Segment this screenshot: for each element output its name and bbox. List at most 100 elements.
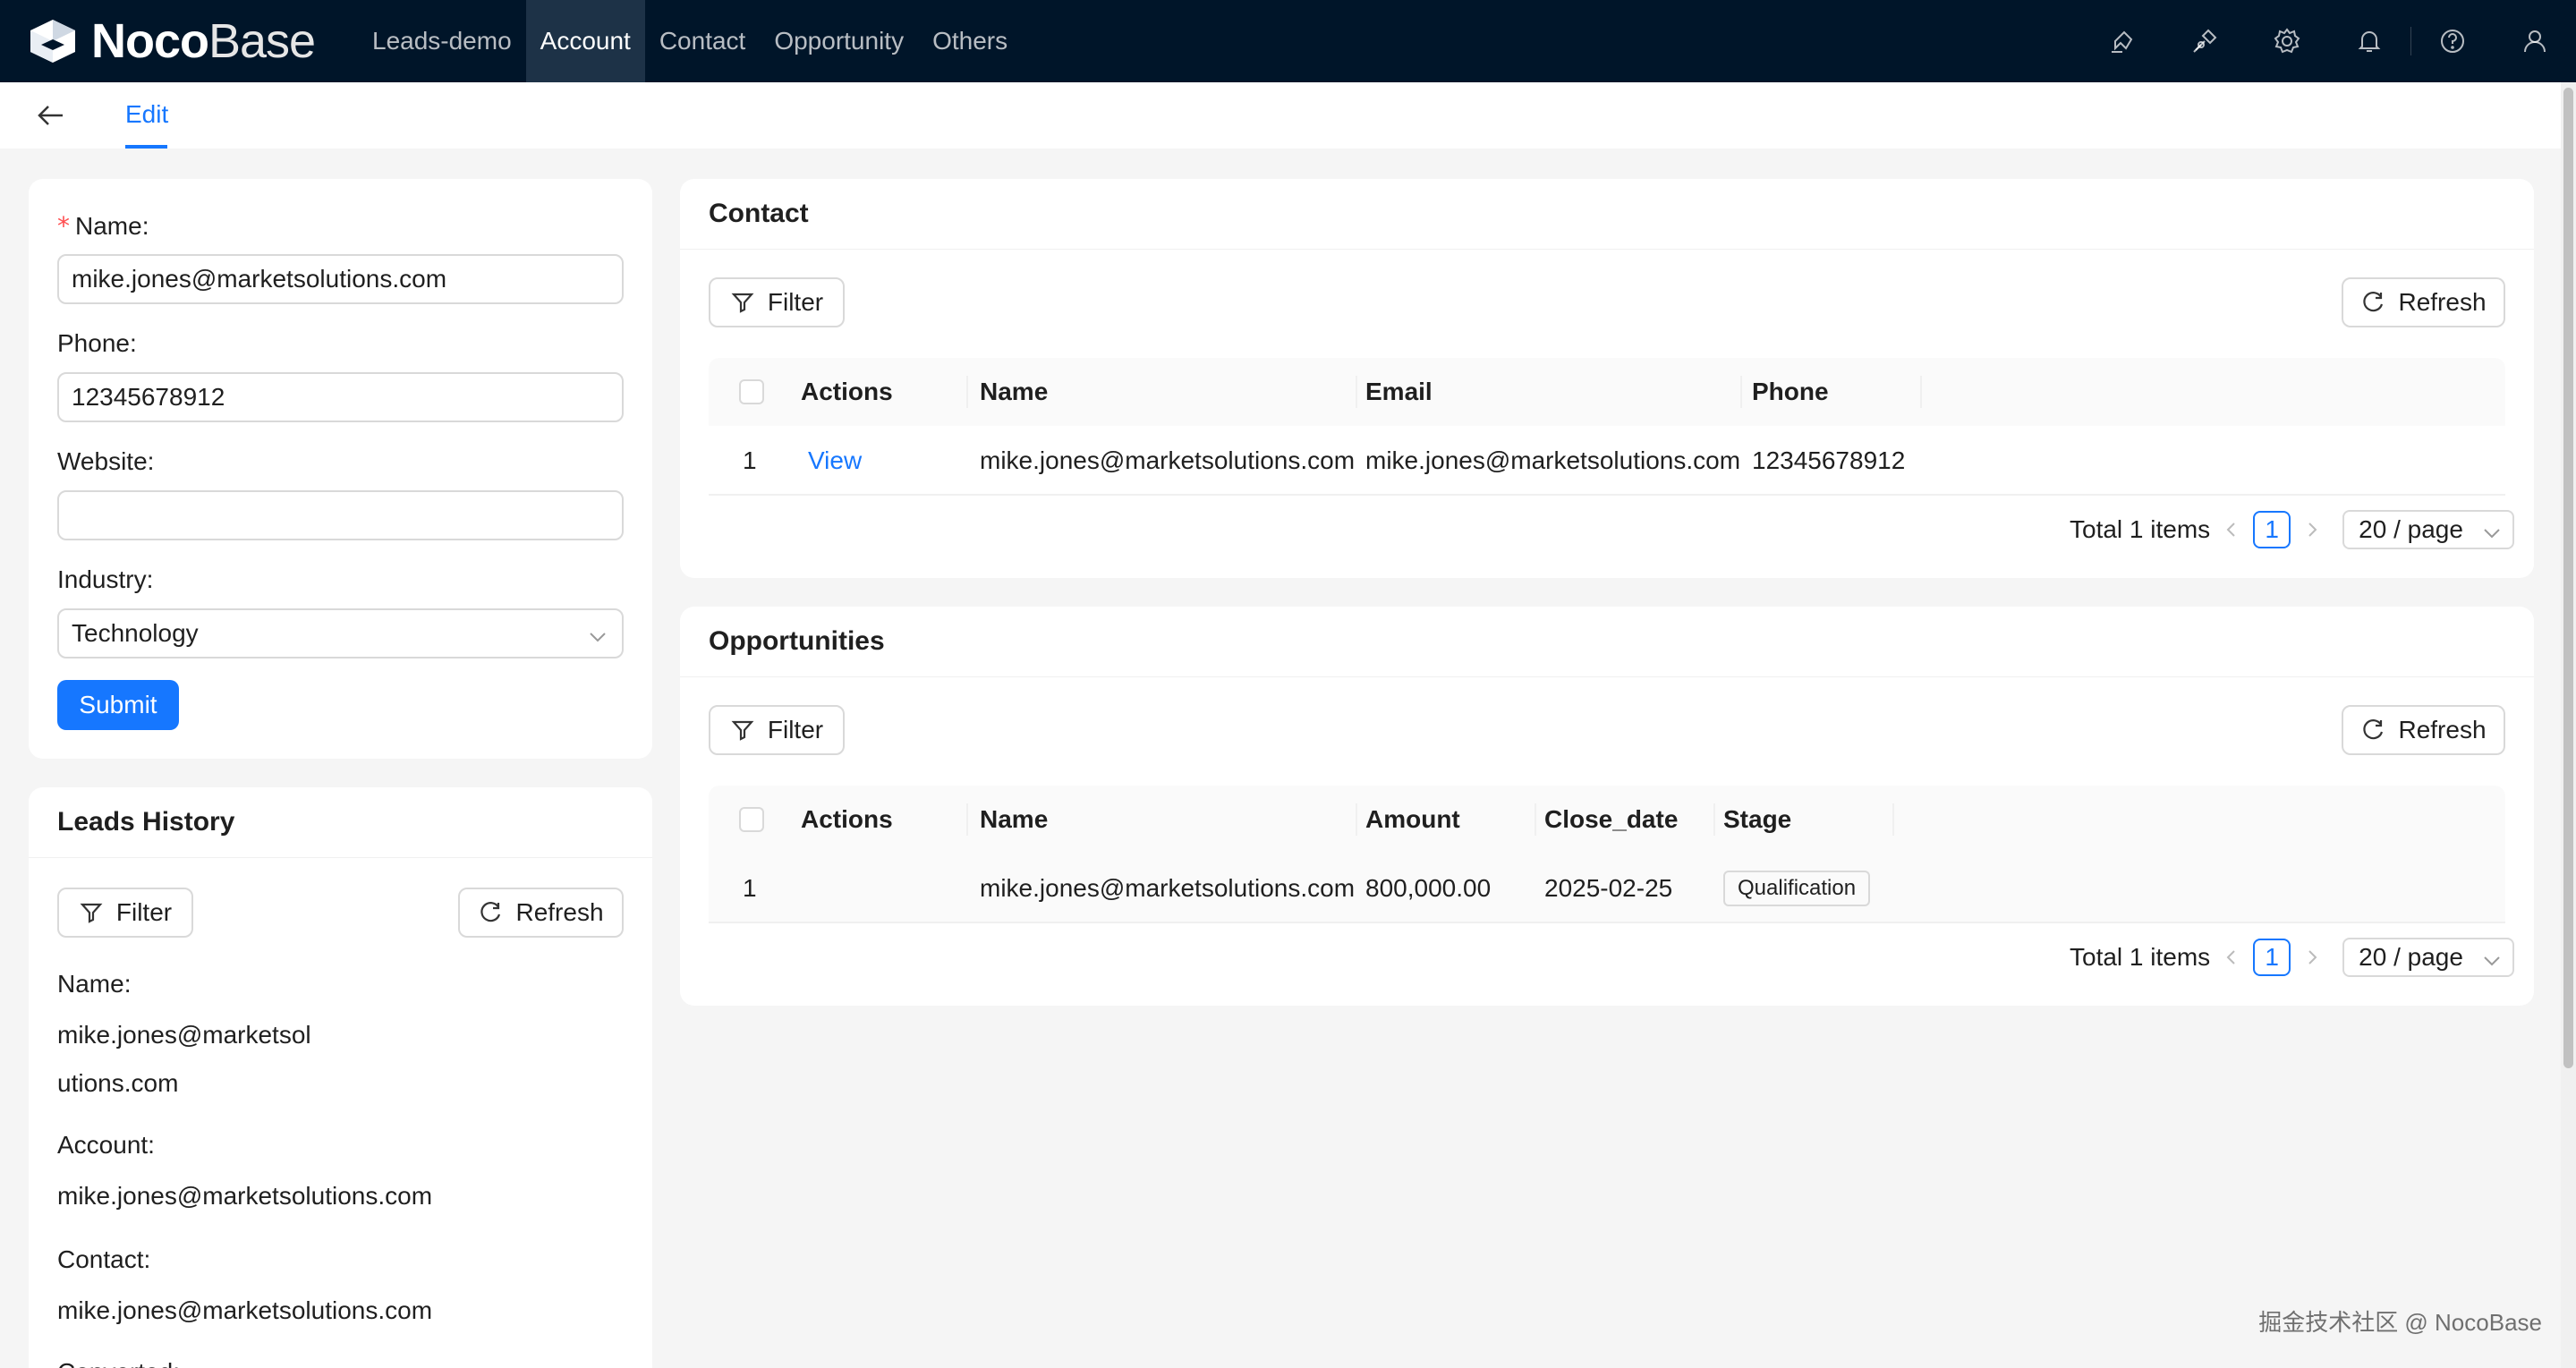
select-all-checkbox[interactable] — [739, 379, 764, 404]
total-items-text: Total 1 items — [2070, 943, 2211, 971]
leads-history-filter-button[interactable]: Filter — [57, 888, 193, 938]
filter-icon — [731, 293, 754, 313]
table-row: 1 mike.jones@marketsolutions.com 800,000… — [709, 854, 2505, 923]
nocobase-logo[interactable]: NocoBase — [27, 14, 316, 68]
row-index: 1 — [743, 874, 757, 902]
highlight-icon[interactable] — [2081, 0, 2164, 82]
help-icon[interactable] — [2411, 0, 2494, 82]
logo-text: NocoBase — [91, 14, 316, 68]
filter-icon — [731, 720, 754, 741]
chevron-down-icon — [2482, 948, 2502, 968]
bell-icon[interactable] — [2328, 0, 2410, 82]
prev-page-icon[interactable] — [2219, 517, 2244, 542]
leads-history-title: Leads History — [57, 807, 235, 837]
opportunity-name-cell: mike.jones@marketsolutions.com — [980, 874, 1356, 902]
opportunities-filter-button[interactable]: Filter — [709, 705, 845, 755]
column-divider — [1356, 376, 1357, 408]
card-divider — [680, 676, 2534, 677]
stage-tag: Qualification — [1723, 871, 1871, 906]
leads-history-refresh-button[interactable]: Refresh — [458, 888, 624, 938]
website-input[interactable] — [57, 490, 624, 540]
next-page-icon[interactable] — [2300, 945, 2325, 970]
refresh-icon — [2363, 292, 2384, 312]
contact-block-title: Contact — [709, 199, 809, 228]
plugin-icon[interactable] — [2164, 0, 2246, 82]
tab-active-indicator — [125, 145, 167, 149]
column-divider — [1920, 376, 1922, 408]
column-divider — [1535, 803, 1536, 836]
lh-account-link[interactable]: mike.jones@marketsolutions.com — [57, 1172, 432, 1220]
contact-phone-cell: 12345678912 — [1752, 446, 1906, 474]
opportunity-close-date-cell: 2025-02-25 — [1544, 874, 1673, 902]
filter-icon — [80, 903, 103, 923]
lh-name-label: Name: — [57, 970, 132, 998]
page-size-select[interactable]: 20 / page — [2342, 938, 2515, 977]
view-action-link[interactable]: View — [808, 426, 862, 496]
required-mark: * — [57, 211, 70, 241]
back-arrow-icon[interactable] — [34, 98, 68, 132]
row-index: 1 — [743, 446, 757, 474]
next-page-icon[interactable] — [2300, 517, 2325, 542]
industry-label: Industry: — [57, 565, 154, 593]
edit-form-card: * Name: mike.jones@marketsolutions.com Ph… — [29, 179, 652, 759]
chevron-down-icon — [2482, 521, 2502, 540]
column-header-name[interactable]: Name — [980, 358, 1048, 426]
total-items-text: Total 1 items — [2070, 515, 2211, 543]
prev-page-icon[interactable] — [2219, 945, 2244, 970]
column-divider — [966, 803, 968, 836]
watermark: 掘金技术社区 @ NocoBase — [2258, 1309, 2542, 1336]
column-header-amount[interactable]: Amount — [1365, 786, 1460, 854]
column-header-email[interactable]: Email — [1365, 358, 1433, 426]
opportunities-refresh-button[interactable]: Refresh — [2342, 705, 2505, 755]
column-divider — [1356, 803, 1357, 836]
name-input[interactable]: mike.jones@marketsolutions.com — [57, 254, 624, 304]
page-scrollbar-thumb[interactable] — [2563, 88, 2573, 1068]
nav-item-others[interactable]: Others — [918, 0, 1022, 82]
top-nav-bar: NocoBase Leads-demo Account Contact Oppo… — [0, 0, 2576, 82]
top-right-toolbar — [2081, 0, 2576, 82]
page-number-button[interactable]: 1 — [2253, 511, 2291, 548]
settings-icon[interactable] — [2246, 0, 2328, 82]
table-row: 1 View mike.jones@marketsolutions.com mi… — [709, 426, 2505, 496]
page-header: Edit — [0, 82, 2561, 149]
nav-item-account[interactable]: Account — [525, 0, 645, 82]
opportunity-amount-cell: 800,000.00 — [1365, 874, 1492, 902]
opportunity-stage-cell: Qualification — [1723, 854, 1871, 923]
lh-name-value-line2: utions.com — [57, 1069, 179, 1097]
main-menu: Leads-demo Account Contact Opportunity O… — [358, 0, 1022, 82]
page-size-select[interactable]: 20 / page — [2342, 510, 2515, 549]
nav-item-opportunity[interactable]: Opportunity — [760, 0, 918, 82]
refresh-icon — [480, 902, 501, 922]
column-divider — [1740, 376, 1742, 408]
card-divider — [29, 857, 652, 858]
contact-refresh-button[interactable]: Refresh — [2342, 277, 2505, 327]
phone-label: Phone: — [57, 329, 137, 357]
website-label: Website: — [57, 447, 155, 475]
opportunities-pagination: Total 1 items 1 20 / page — [2070, 938, 2515, 977]
column-header-actions: Actions — [801, 805, 893, 833]
submit-button[interactable]: Submit — [57, 680, 179, 730]
page-number-button[interactable]: 1 — [2253, 939, 2291, 976]
phone-input[interactable]: 12345678912 — [57, 372, 624, 422]
lh-converted-label: Converted: — [57, 1358, 180, 1368]
tab-edit[interactable]: Edit — [125, 100, 168, 129]
contact-filter-button[interactable]: Filter — [709, 277, 845, 327]
contact-table-header: Actions Name Email Phone — [709, 358, 2505, 426]
lh-name-value-line1: mike.jones@marketsol — [57, 1021, 311, 1049]
chevron-down-icon — [588, 625, 608, 644]
user-icon[interactable] — [2494, 0, 2576, 82]
name-label: * Name: — [57, 211, 149, 241]
refresh-icon — [2363, 719, 2384, 740]
column-header-phone[interactable]: Phone — [1752, 358, 1829, 426]
column-divider — [966, 376, 968, 408]
contact-table-card: Contact Filter Refresh Actions Name Emai… — [680, 179, 2534, 578]
card-divider — [680, 249, 2534, 250]
nav-item-contact[interactable]: Contact — [645, 0, 761, 82]
column-header-close-date[interactable]: Close_date — [1544, 786, 1678, 854]
nav-item-leads-demo[interactable]: Leads-demo — [358, 0, 526, 82]
column-header-name[interactable]: Name — [980, 786, 1048, 854]
industry-select[interactable]: Technology — [57, 608, 624, 659]
select-all-checkbox[interactable] — [739, 807, 764, 832]
column-header-stage[interactable]: Stage — [1723, 786, 1791, 854]
lh-contact-link[interactable]: mike.jones@marketsolutions.com — [57, 1287, 432, 1335]
